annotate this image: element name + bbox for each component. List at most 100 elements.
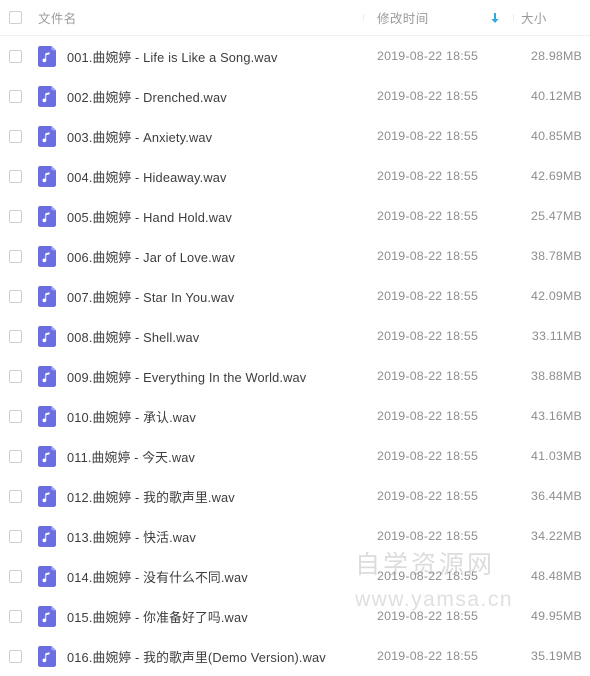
row-name-cell[interactable]: 010.曲婉婷 - 承认.wav xyxy=(30,405,363,427)
row-name-cell[interactable]: 015.曲婉婷 - 你准备好了吗.wav xyxy=(30,605,363,627)
table-row[interactable]: 012.曲婉婷 - 我的歌声里.wav 2019-08-22 18:55 36.… xyxy=(0,476,590,516)
row-name-cell[interactable]: 005.曲婉婷 - Hand Hold.wav xyxy=(30,205,363,227)
column-header-name[interactable]: 文件名 xyxy=(30,8,363,27)
file-size-label: 40.85MB xyxy=(531,129,582,143)
column-header-size[interactable]: 大小 xyxy=(513,8,590,27)
table-row[interactable]: 016.曲婉婷 - 我的歌声里(Demo Version).wav 2019-0… xyxy=(0,636,590,676)
music-file-icon xyxy=(38,165,57,187)
row-size-cell: 33.11MB xyxy=(513,329,590,343)
row-time-cell: 2019-08-22 18:55 xyxy=(363,249,513,263)
row-select-cell[interactable] xyxy=(0,329,30,343)
row-select-cell[interactable] xyxy=(0,569,30,583)
row-time-cell: 2019-08-22 18:55 xyxy=(363,369,513,383)
checkbox-unchecked-icon[interactable] xyxy=(8,209,22,223)
row-size-cell: 35.19MB xyxy=(513,649,590,663)
checkbox-unchecked-icon[interactable] xyxy=(8,489,22,503)
row-name-cell[interactable]: 004.曲婉婷 - Hideaway.wav xyxy=(30,165,363,187)
checkbox-unchecked-icon[interactable] xyxy=(8,169,22,183)
music-file-icon xyxy=(38,325,57,347)
checkbox-unchecked-icon[interactable] xyxy=(8,249,22,263)
row-name-cell[interactable]: 001.曲婉婷 - Life is Like a Song.wav xyxy=(30,45,363,67)
file-modified-time-label: 2019-08-22 18:55 xyxy=(377,569,479,583)
row-select-cell[interactable] xyxy=(0,49,30,63)
checkbox-unchecked-icon[interactable] xyxy=(8,529,22,543)
row-select-cell[interactable] xyxy=(0,289,30,303)
file-size-label: 25.47MB xyxy=(531,209,582,223)
table-row[interactable]: 003.曲婉婷 - Anxiety.wav 2019-08-22 18:55 4… xyxy=(0,116,590,156)
row-size-cell: 25.47MB xyxy=(513,209,590,223)
file-list-view: 文件名 修改时间 大小 001.曲婉婷 - Life is Like a Son… xyxy=(0,0,590,669)
checkbox-unchecked-icon[interactable] xyxy=(8,609,22,623)
row-name-cell[interactable]: 016.曲婉婷 - 我的歌声里(Demo Version).wav xyxy=(30,645,363,667)
checkbox-unchecked-icon[interactable] xyxy=(8,449,22,463)
file-modified-time-label: 2019-08-22 18:55 xyxy=(377,89,479,103)
table-row[interactable]: 001.曲婉婷 - Life is Like a Song.wav 2019-0… xyxy=(0,36,590,76)
row-select-cell[interactable] xyxy=(0,369,30,383)
file-name-label: 001.曲婉婷 - Life is Like a Song.wav xyxy=(67,49,278,65)
file-modified-time-label: 2019-08-22 18:55 xyxy=(377,49,479,63)
row-time-cell: 2019-08-22 18:55 xyxy=(363,169,513,183)
checkbox-unchecked-icon[interactable] xyxy=(8,369,22,383)
row-name-cell[interactable]: 003.曲婉婷 - Anxiety.wav xyxy=(30,125,363,147)
row-select-cell[interactable] xyxy=(0,609,30,623)
table-row[interactable]: 014.曲婉婷 - 没有什么不同.wav 2019-08-22 18:55 48… xyxy=(0,556,590,596)
row-select-cell[interactable] xyxy=(0,529,30,543)
row-select-cell[interactable] xyxy=(0,249,30,263)
row-name-cell[interactable]: 011.曲婉婷 - 今天.wav xyxy=(30,445,363,467)
row-name-cell[interactable]: 013.曲婉婷 - 快活.wav xyxy=(30,525,363,547)
file-modified-time-label: 2019-08-22 18:55 xyxy=(377,289,479,303)
row-time-cell: 2019-08-22 18:55 xyxy=(363,569,513,583)
row-name-cell[interactable]: 009.曲婉婷 - Everything In the World.wav xyxy=(30,365,363,387)
checkbox-unchecked-icon[interactable] xyxy=(8,289,22,303)
table-row[interactable]: 010.曲婉婷 - 承认.wav 2019-08-22 18:55 43.16M… xyxy=(0,396,590,436)
file-name-label: 013.曲婉婷 - 快活.wav xyxy=(67,529,196,545)
row-name-cell[interactable]: 006.曲婉婷 - Jar of Love.wav xyxy=(30,245,363,267)
table-row[interactable]: 015.曲婉婷 - 你准备好了吗.wav 2019-08-22 18:55 49… xyxy=(0,596,590,636)
row-select-cell[interactable] xyxy=(0,489,30,503)
file-modified-time-label: 2019-08-22 18:55 xyxy=(377,249,479,263)
file-modified-time-label: 2019-08-22 18:55 xyxy=(377,169,479,183)
row-name-cell[interactable]: 012.曲婉婷 - 我的歌声里.wav xyxy=(30,485,363,507)
column-header-time[interactable]: 修改时间 xyxy=(363,8,513,27)
row-name-cell[interactable]: 002.曲婉婷 - Drenched.wav xyxy=(30,85,363,107)
row-select-cell[interactable] xyxy=(0,169,30,183)
checkbox-unchecked-icon[interactable] xyxy=(8,569,22,583)
table-row[interactable]: 009.曲婉婷 - Everything In the World.wav 20… xyxy=(0,356,590,396)
row-name-cell[interactable]: 007.曲婉婷 - Star In You.wav xyxy=(30,285,363,307)
row-name-cell[interactable]: 008.曲婉婷 - Shell.wav xyxy=(30,325,363,347)
file-modified-time-label: 2019-08-22 18:55 xyxy=(377,529,479,543)
table-row[interactable]: 007.曲婉婷 - Star In You.wav 2019-08-22 18:… xyxy=(0,276,590,316)
sort-descending-arrow-icon[interactable] xyxy=(489,12,501,24)
row-select-cell[interactable] xyxy=(0,209,30,223)
row-select-cell[interactable] xyxy=(0,409,30,423)
column-header-size-label: 大小 xyxy=(521,12,547,26)
file-name-label: 006.曲婉婷 - Jar of Love.wav xyxy=(67,249,236,265)
row-time-cell: 2019-08-22 18:55 xyxy=(363,289,513,303)
table-row[interactable]: 011.曲婉婷 - 今天.wav 2019-08-22 18:55 41.03M… xyxy=(0,436,590,476)
row-name-cell[interactable]: 014.曲婉婷 - 没有什么不同.wav xyxy=(30,565,363,587)
row-select-cell[interactable] xyxy=(0,649,30,663)
row-select-cell[interactable] xyxy=(0,129,30,143)
table-row[interactable]: 002.曲婉婷 - Drenched.wav 2019-08-22 18:55 … xyxy=(0,76,590,116)
select-all-cell[interactable] xyxy=(0,11,30,24)
table-row[interactable]: 013.曲婉婷 - 快活.wav 2019-08-22 18:55 34.22M… xyxy=(0,516,590,556)
table-row[interactable]: 008.曲婉婷 - Shell.wav 2019-08-22 18:55 33.… xyxy=(0,316,590,356)
checkbox-unchecked-icon[interactable] xyxy=(8,129,22,143)
checkbox-unchecked-icon[interactable] xyxy=(8,89,22,103)
checkbox-unchecked-icon[interactable] xyxy=(8,49,22,63)
file-size-label: 40.12MB xyxy=(531,89,582,103)
table-row[interactable]: 006.曲婉婷 - Jar of Love.wav 2019-08-22 18:… xyxy=(0,236,590,276)
checkbox-unchecked-icon[interactable] xyxy=(8,11,22,24)
file-size-label: 42.69MB xyxy=(531,169,582,183)
row-time-cell: 2019-08-22 18:55 xyxy=(363,329,513,343)
file-size-label: 35.19MB xyxy=(531,649,582,663)
checkbox-unchecked-icon[interactable] xyxy=(8,649,22,663)
table-row[interactable]: 005.曲婉婷 - Hand Hold.wav 2019-08-22 18:55… xyxy=(0,196,590,236)
row-select-cell[interactable] xyxy=(0,449,30,463)
table-row[interactable]: 004.曲婉婷 - Hideaway.wav 2019-08-22 18:55 … xyxy=(0,156,590,196)
row-select-cell[interactable] xyxy=(0,89,30,103)
row-time-cell: 2019-08-22 18:55 xyxy=(363,89,513,103)
checkbox-unchecked-icon[interactable] xyxy=(8,329,22,343)
checkbox-unchecked-icon[interactable] xyxy=(8,409,22,423)
file-modified-time-label: 2019-08-22 18:55 xyxy=(377,649,479,663)
